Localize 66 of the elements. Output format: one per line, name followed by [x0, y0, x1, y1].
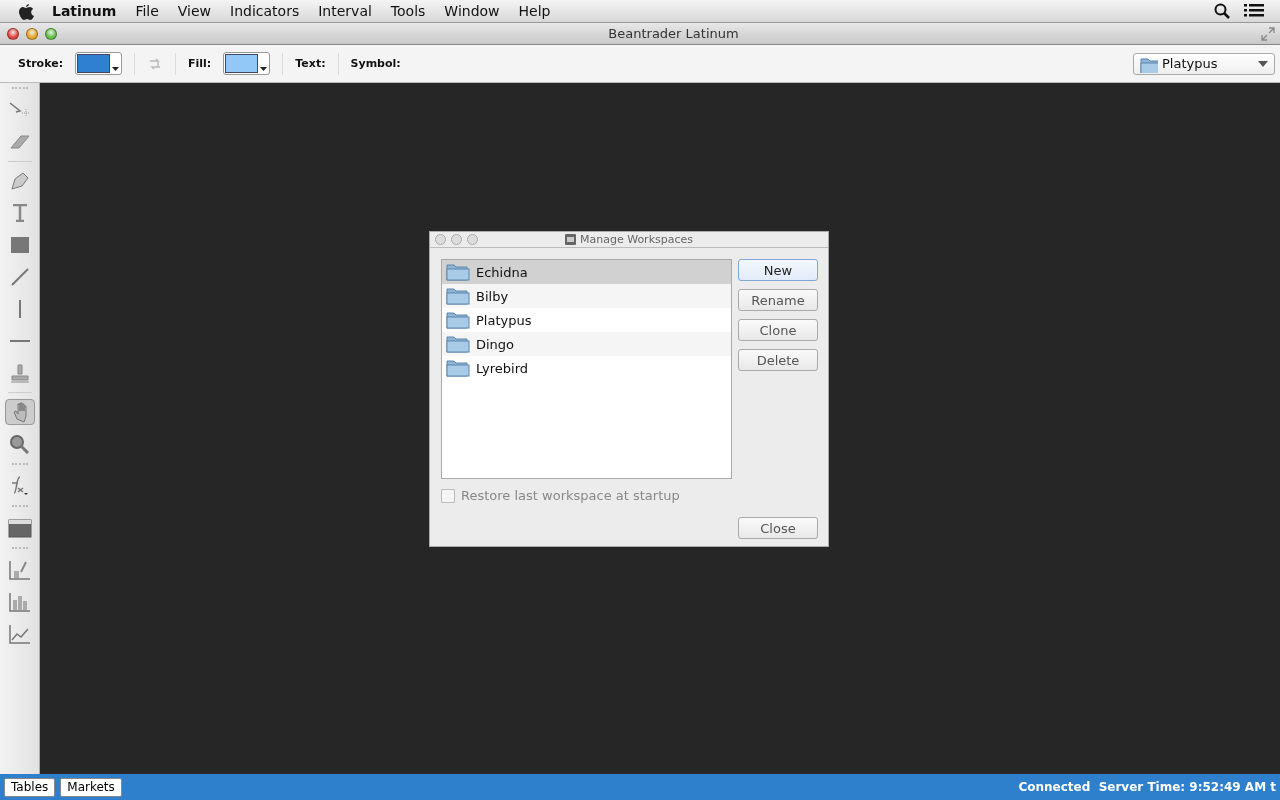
close-button[interactable]	[7, 27, 19, 40]
dropdown-caret-icon	[112, 67, 120, 71]
menu-item[interactable]: File	[135, 3, 159, 19]
checkbox-label: Restore last workspace at startup	[461, 488, 680, 503]
minimize-button[interactable]	[451, 234, 462, 245]
fullscreen-icon[interactable]	[1260, 25, 1276, 42]
window-title: Beantrader Latinum	[607, 26, 740, 41]
dialog-title: Manage Workspaces	[579, 233, 693, 246]
status-tab[interactable]: Markets	[60, 777, 122, 797]
symbol-label: Symbol:	[350, 57, 401, 70]
line-chart-icon	[8, 624, 31, 644]
dialog-button[interactable]: Clone	[738, 319, 818, 341]
minimize-button[interactable]	[26, 27, 38, 40]
search-icon[interactable]	[1214, 3, 1230, 19]
dropdown-caret-icon	[260, 67, 268, 71]
apple-logo-icon	[18, 2, 34, 20]
fill-color-picker[interactable]	[223, 52, 271, 75]
rectangle-icon	[9, 236, 30, 254]
close-dialog-button[interactable]: Close	[738, 517, 818, 539]
bar-chart-icon	[8, 592, 31, 612]
dropdown-caret-icon	[1258, 60, 1268, 67]
app-menu[interactable]: Latinum	[52, 3, 117, 19]
menu-item[interactable]: Help	[518, 3, 551, 19]
status-tab[interactable]: Tables	[4, 777, 56, 797]
menu-item[interactable]: Tools	[390, 3, 426, 19]
pen-icon	[10, 172, 29, 190]
fill-label: Fill:	[188, 57, 212, 70]
workspace-item[interactable]: Dingo	[442, 332, 731, 356]
folder-icon	[446, 357, 470, 379]
menu-item[interactable]: Window	[444, 3, 500, 19]
text-label: Text:	[295, 57, 326, 70]
workspace-item[interactable]: Echidna	[442, 260, 731, 284]
zoom-button[interactable]	[467, 234, 478, 245]
vertical-line-icon	[18, 299, 21, 319]
folder-icon	[446, 309, 470, 331]
folder-icon	[446, 333, 470, 355]
dialog-button[interactable]: Delete	[738, 349, 818, 371]
select-arrow-icon	[8, 102, 31, 118]
text-tool-icon	[11, 204, 28, 222]
workspace-item[interactable]: Bilby	[442, 284, 731, 308]
workspace-dropdown[interactable]: Platypus	[1133, 52, 1275, 75]
workspace-item[interactable]: Lyrebird	[442, 356, 731, 380]
menu-item[interactable]: Interval	[318, 3, 372, 19]
workspace-item[interactable]: Platypus	[442, 308, 731, 332]
stroke-color-picker[interactable]	[75, 52, 123, 75]
dialog-button[interactable]: Rename	[738, 289, 818, 311]
connection-status: Connected Server Time: 9:52:49 AM t	[1018, 780, 1276, 794]
list-icon[interactable]	[1244, 3, 1264, 19]
chart-brush-icon	[8, 560, 31, 580]
folder-icon	[446, 285, 470, 307]
function-icon	[10, 476, 29, 496]
app-icon	[564, 234, 576, 245]
eraser-icon	[9, 135, 30, 149]
horizontal-line-icon	[8, 340, 31, 342]
panel-icon	[7, 518, 32, 538]
folder-icon	[446, 261, 470, 283]
magnifier-icon	[10, 434, 29, 454]
menu-item[interactable]: Indicators	[230, 3, 300, 19]
stroke-label: Stroke:	[18, 57, 64, 70]
zoom-button[interactable]	[45, 27, 57, 40]
dialog-button[interactable]: New	[738, 259, 818, 281]
hand-tool-button[interactable]	[4, 399, 35, 425]
menu-item[interactable]: View	[177, 3, 212, 19]
hand-icon	[12, 401, 27, 423]
diagonal-line-icon	[10, 268, 29, 286]
stamp-icon	[9, 363, 30, 383]
